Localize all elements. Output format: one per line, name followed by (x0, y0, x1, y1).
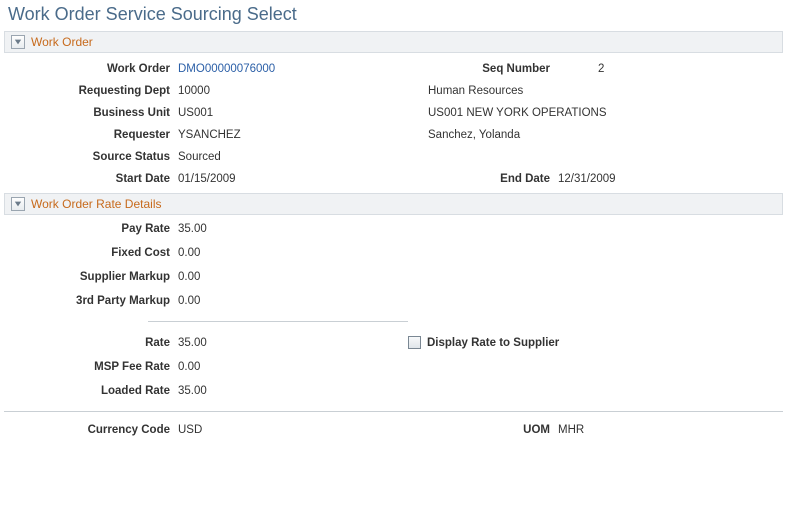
loaded-rate-value: 35.00 (178, 385, 408, 397)
rate-details-section-header: Work Order Rate Details (4, 193, 783, 215)
fixed-cost-value: 0.00 (178, 247, 408, 259)
work-order-section-header: Work Order (4, 31, 783, 53)
supplier-markup-label: Supplier Markup (8, 271, 178, 283)
end-date-label: End Date (428, 173, 558, 185)
seq-number-label: Seq Number (428, 63, 558, 75)
currency-code-value: USD (178, 424, 428, 436)
uom-value: MHR (558, 424, 718, 436)
rate-details-grid: Pay Rate 35.00 Fixed Cost 0.00 Supplier … (0, 215, 787, 403)
work-order-grid: Work Order DMO00000076000 Seq Number 2 R… (0, 53, 787, 193)
seq-number-value: 2 (558, 63, 718, 75)
collapse-toggle-icon[interactable] (11, 35, 25, 49)
requesting-dept-desc: Human Resources (428, 85, 718, 97)
work-order-label: Work Order (8, 63, 178, 75)
business-unit-desc: US001 NEW YORK OPERATIONS (428, 107, 718, 119)
work-order-link[interactable]: DMO00000076000 (178, 63, 275, 75)
uom-label: UOM (428, 424, 558, 436)
third-party-markup-label: 3rd Party Markup (8, 295, 178, 307)
collapse-toggle-icon[interactable] (11, 197, 25, 211)
pay-rate-value: 35.00 (178, 223, 408, 235)
third-party-markup-value: 0.00 (178, 295, 408, 307)
end-date-value: 12/31/2009 (558, 173, 718, 185)
rate-value: 35.00 (178, 337, 408, 349)
source-status-label: Source Status (8, 151, 178, 163)
start-date-label: Start Date (8, 173, 178, 185)
requester-value: YSANCHEZ (178, 129, 428, 141)
source-status-value: Sourced (178, 151, 428, 163)
currency-code-label: Currency Code (8, 424, 178, 436)
display-rate-label: Display Rate to Supplier (427, 337, 559, 349)
rate-details-section-title: Work Order Rate Details (31, 197, 161, 211)
display-rate-checkbox[interactable] (408, 336, 421, 349)
work-order-section-title: Work Order (31, 35, 93, 49)
business-unit-value: US001 (178, 107, 428, 119)
fixed-cost-label: Fixed Cost (8, 247, 178, 259)
msp-fee-rate-label: MSP Fee Rate (8, 361, 178, 373)
page-title: Work Order Service Sourcing Select (0, 0, 787, 31)
requester-label: Requester (8, 129, 178, 141)
pay-rate-label: Pay Rate (8, 223, 178, 235)
start-date-value: 01/15/2009 (178, 173, 428, 185)
rate-label: Rate (8, 337, 178, 349)
requester-desc: Sanchez, Yolanda (428, 129, 718, 141)
supplier-markup-value: 0.00 (178, 271, 408, 283)
footer-row: Currency Code USD UOM MHR (0, 412, 787, 444)
subtotal-divider (148, 321, 408, 322)
business-unit-label: Business Unit (8, 107, 178, 119)
loaded-rate-label: Loaded Rate (8, 385, 178, 397)
msp-fee-rate-value: 0.00 (178, 361, 408, 373)
requesting-dept-label: Requesting Dept (8, 85, 178, 97)
requesting-dept-value: 10000 (178, 85, 428, 97)
